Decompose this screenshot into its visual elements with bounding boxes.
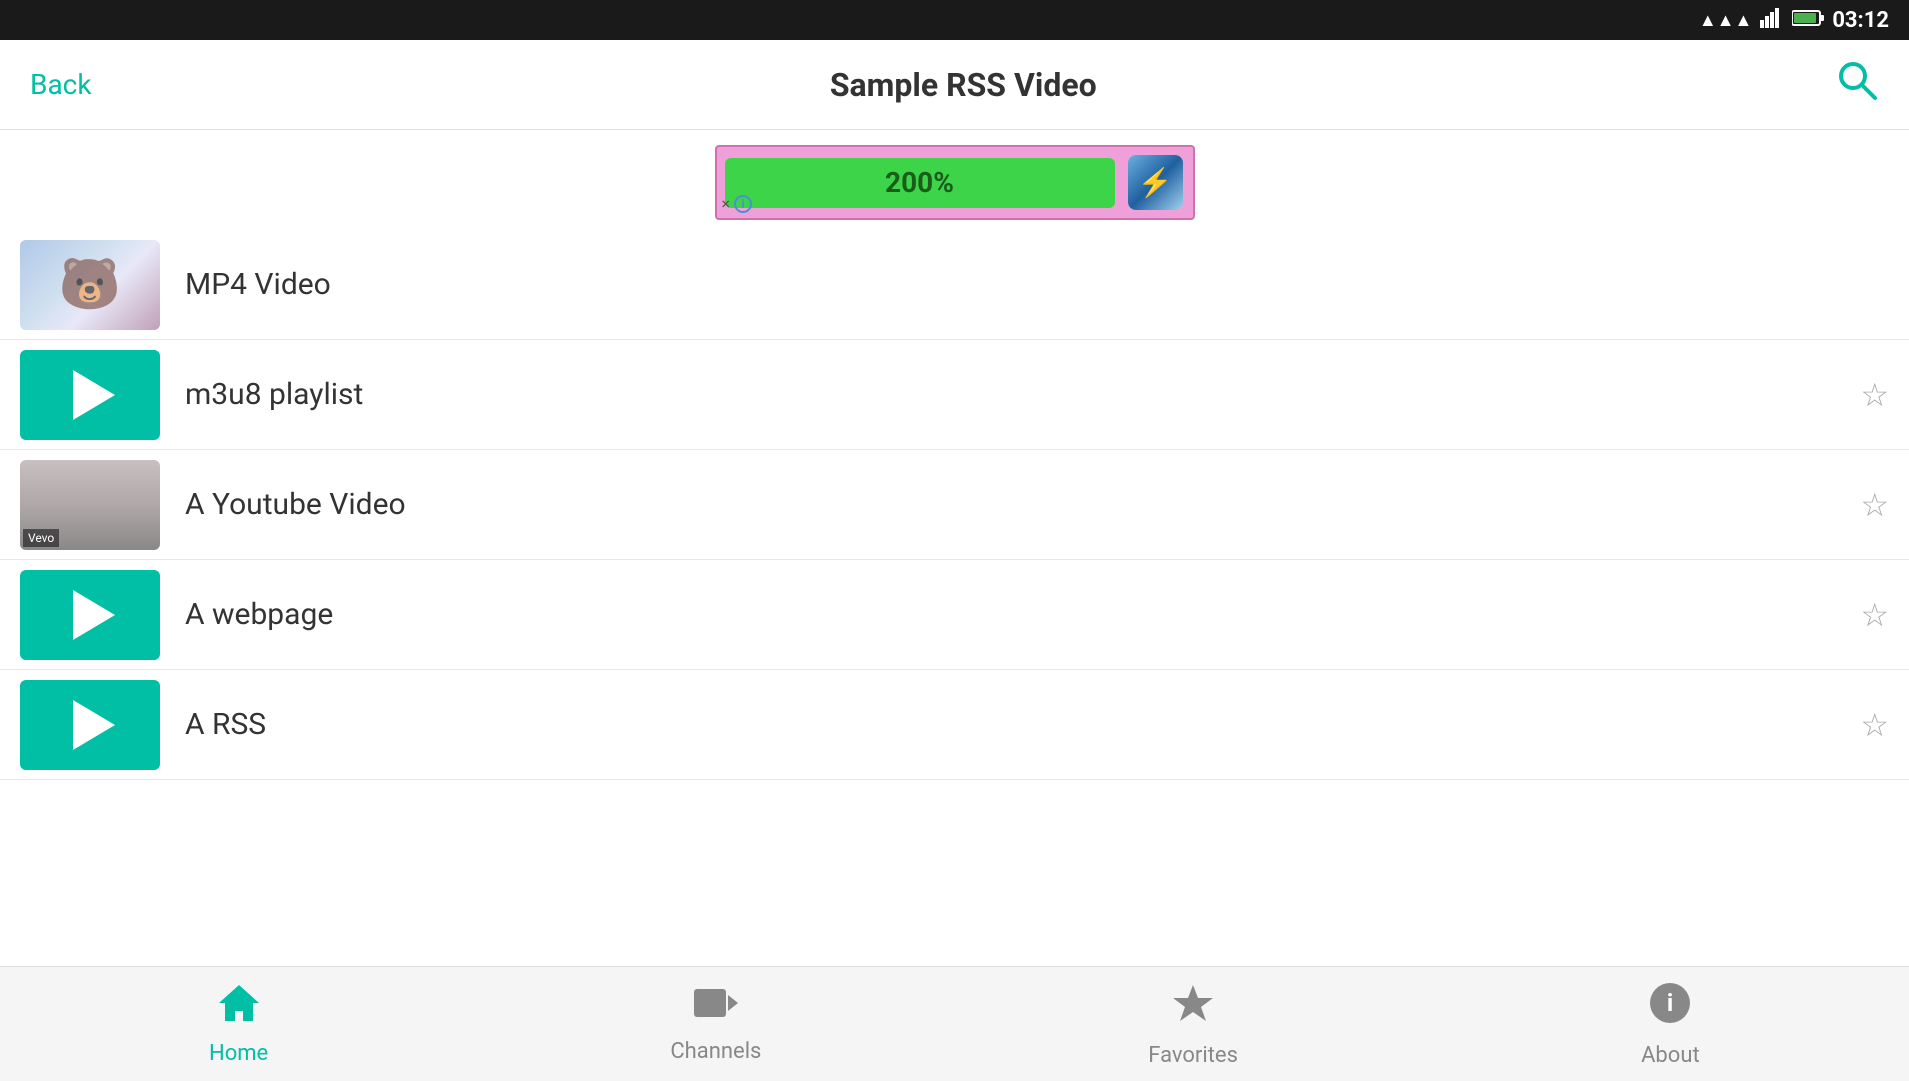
nav-item-favorites[interactable]: Favorites: [1093, 981, 1293, 1068]
ad-banner[interactable]: 200% × i: [715, 145, 1195, 220]
wifi-icon: ▲▲▲: [1699, 10, 1752, 31]
ad-info-button[interactable]: i: [734, 195, 752, 213]
page-title: Sample RSS Video: [830, 66, 1097, 104]
signal-icon: [1760, 8, 1784, 33]
nav-label-about: About: [1641, 1043, 1700, 1068]
list-item[interactable]: Vevo A Youtube Video ☆: [0, 450, 1909, 560]
youtube-thumbnail-label: Vevo: [23, 529, 59, 547]
mp4-thumbnail-image: 🐻: [59, 256, 121, 314]
item-title-rss: A RSS: [185, 707, 1845, 742]
status-icons: ▲▲▲ 03:12: [1699, 8, 1889, 33]
ad-percentage-text: 200%: [885, 166, 954, 199]
home-icon: [217, 983, 261, 1033]
search-button[interactable]: [1835, 58, 1879, 112]
play-icon: [73, 700, 115, 750]
star-icon[interactable]: ☆: [1860, 706, 1889, 744]
list-item[interactable]: A RSS ☆: [0, 670, 1909, 780]
channels-icon: [692, 984, 740, 1031]
play-icon: [73, 590, 115, 640]
mp4-thumbnail: 🐻: [20, 240, 160, 330]
ad-battery-image: [1123, 150, 1188, 215]
rss-thumbnail: [20, 680, 160, 770]
star-icon[interactable]: ☆: [1860, 596, 1889, 634]
battery-status-icon: [1792, 9, 1824, 32]
ad-container: 200% × i: [0, 130, 1909, 230]
star-icon[interactable]: ☆: [1860, 376, 1889, 414]
item-title-youtube: A Youtube Video: [185, 487, 1845, 522]
bottom-nav: Home Channels Favorites i About: [0, 966, 1909, 1081]
nav-item-channels[interactable]: Channels: [616, 984, 816, 1064]
about-icon: i: [1648, 981, 1692, 1035]
nav-label-channels: Channels: [670, 1039, 761, 1064]
ad-battery-bar: 200%: [725, 158, 1115, 208]
main-content: 200% × i 🐻 MP4 Video m3u8 playlist ☆ Vev…: [0, 130, 1909, 966]
item-title-webpage: A webpage: [185, 597, 1845, 632]
favorites-icon: [1171, 981, 1215, 1035]
nav-label-favorites: Favorites: [1148, 1043, 1238, 1068]
list-item[interactable]: m3u8 playlist ☆: [0, 340, 1909, 450]
list-item[interactable]: A webpage ☆: [0, 560, 1909, 670]
youtube-thumbnail: Vevo: [20, 460, 160, 550]
status-time: 03:12: [1832, 8, 1889, 33]
webpage-thumbnail: [20, 570, 160, 660]
battery-ad-icon: [1128, 155, 1183, 210]
item-title-m3u8: m3u8 playlist: [185, 377, 1845, 412]
list-item[interactable]: 🐻 MP4 Video: [0, 230, 1909, 340]
play-icon: [73, 370, 115, 420]
item-title-mp4: MP4 Video: [185, 267, 1889, 302]
nav-item-about[interactable]: i About: [1570, 981, 1770, 1068]
nav-item-home[interactable]: Home: [139, 983, 339, 1066]
m3u8-thumbnail: [20, 350, 160, 440]
header: Back Sample RSS Video: [0, 40, 1909, 130]
star-icon[interactable]: ☆: [1860, 486, 1889, 524]
back-button[interactable]: Back: [30, 68, 92, 101]
ad-close-button[interactable]: ×: [722, 194, 731, 213]
ad-close-area[interactable]: × i: [722, 194, 753, 213]
status-bar: ▲▲▲ 03:12: [0, 0, 1909, 40]
svg-text:i: i: [1667, 989, 1673, 1017]
nav-label-home: Home: [209, 1041, 268, 1066]
